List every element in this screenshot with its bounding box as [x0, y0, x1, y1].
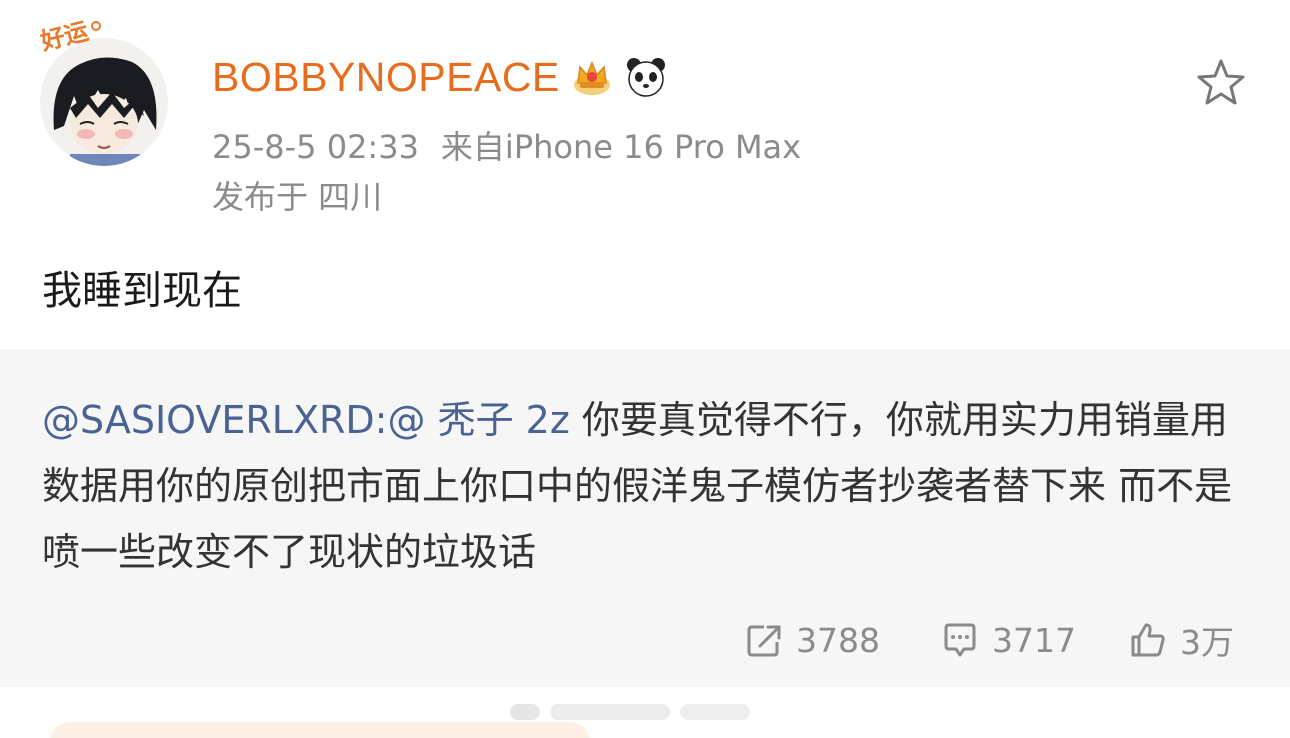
avatar-illustration [40, 38, 168, 166]
comment-icon [944, 623, 976, 657]
retweet-text: @SASIOVERLXRD:@ 秃子 2z 你要真觉得不行，你就用实力用销量用数… [42, 387, 1252, 585]
panda-badge-icon[interactable] [624, 55, 668, 99]
like-button[interactable]: 3万 [1128, 617, 1234, 663]
username-row: BOBBYNOPEACE [212, 52, 668, 102]
bottom-banner[interactable] [50, 722, 590, 738]
retweet-mention-link[interactable]: @ 秃子 2z [387, 398, 569, 442]
post-source: 来自iPhone 16 Pro Max [440, 128, 802, 166]
comment-count: 3717 [992, 620, 1076, 660]
avatar-badge-good-luck: 好运 [37, 17, 101, 54]
post-meta: 25-8-5 02:33 来自iPhone 16 Pro Max [212, 122, 801, 168]
avatar[interactable] [40, 38, 168, 166]
post-text: 我睡到现在 [42, 268, 242, 314]
retweet-author-link[interactable]: @SASIOVERLXRD: [42, 398, 387, 442]
comment-button[interactable]: 3717 [940, 617, 1076, 663]
username[interactable]: BOBBYNOPEACE [212, 54, 560, 101]
repost-button[interactable]: 3788 [744, 617, 880, 663]
svg-text:好运: 好运 [37, 17, 91, 54]
repost-icon [747, 625, 781, 657]
post-location: 发布于 四川 [212, 178, 383, 216]
weibo-post-page: 好运 BOBBYNOPEACE 25-8-5 02:33 来自iPhone 16 … [0, 0, 1290, 738]
retweeted-post[interactable]: @SASIOVERLXRD:@ 秃子 2z 你要真觉得不行，你就用实力用销量用数… [0, 349, 1290, 687]
repost-count: 3788 [796, 620, 880, 660]
post-timestamp: 25-8-5 02:33 [212, 128, 419, 166]
like-icon [1131, 623, 1165, 657]
like-count: 3万 [1180, 623, 1234, 662]
action-bar: 3788 3717 3万 [0, 617, 1290, 663]
page-indicator [510, 704, 750, 720]
star-icon[interactable] [1194, 56, 1248, 110]
crown-badge-icon[interactable] [570, 55, 614, 99]
